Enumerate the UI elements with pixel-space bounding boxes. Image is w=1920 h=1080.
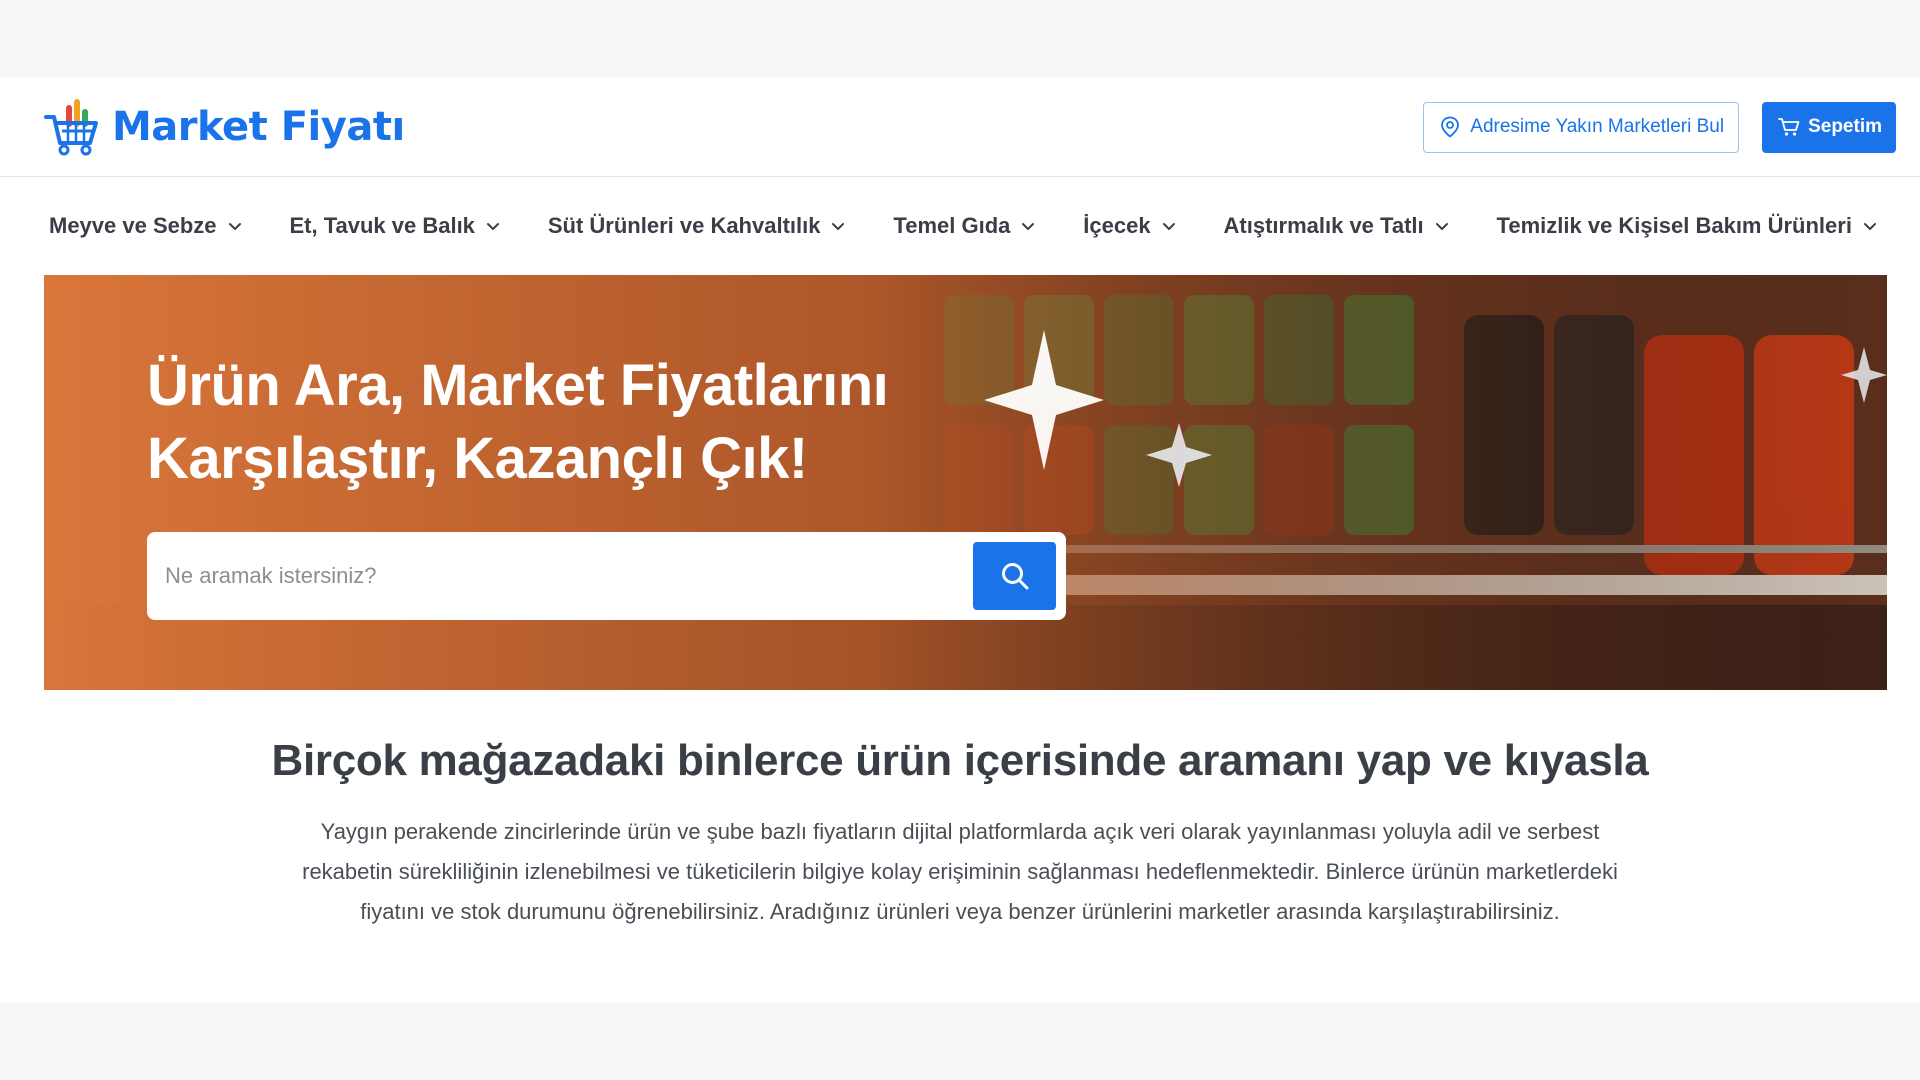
chevron-down-icon	[1863, 223, 1876, 230]
info-title: Birçok mağazadaki binlerce ürün içerisin…	[271, 736, 1649, 785]
chevron-down-icon	[832, 223, 845, 230]
info-section: Birçok mağazadaki binlerce ürün içerisin…	[0, 690, 1920, 932]
nav-item-dairy-breakfast[interactable]: Süt Ürünleri ve Kahvaltılık	[548, 213, 847, 239]
nav-item-label: Et, Tavuk ve Balık	[289, 213, 475, 238]
nav-item-snacks-sweets[interactable]: Atıştırmalık ve Tatlı	[1224, 213, 1450, 239]
cart-button[interactable]: Sepetim	[1762, 101, 1896, 153]
chevron-down-icon	[1435, 223, 1448, 230]
nav-item-beverages[interactable]: İçecek	[1083, 213, 1176, 239]
hero-banner: Ürün Ara, Market Fiyatlarını Karşılaştır…	[44, 275, 1887, 690]
nav-item-label: Temel Gıda	[893, 213, 1011, 238]
nav-item-staple-food[interactable]: Temel Gıda	[893, 213, 1036, 239]
chevron-down-icon	[1162, 223, 1175, 230]
logo-text: Market Fiyatı	[112, 104, 405, 150]
search-button[interactable]	[973, 542, 1056, 610]
page: Market Fiyatı Adresime Yakın Marketleri …	[0, 78, 1920, 1002]
chevron-down-icon	[486, 223, 499, 230]
chevron-down-icon	[1022, 223, 1035, 230]
find-nearby-markets-label: Adresime Yakın Marketleri Bul	[1470, 116, 1725, 137]
map-pin-icon	[1441, 116, 1460, 138]
info-text: Yaygın perakende zincirlerinde ürün ve ş…	[302, 819, 1618, 924]
nav-item-label: Süt Ürünleri ve Kahvaltılık	[547, 213, 821, 238]
nav-item-label: Atıştırmalık ve Tatlı	[1223, 213, 1424, 238]
category-nav: Meyve ve Sebze Et, Tavuk ve Balık Süt Ür…	[0, 177, 1920, 275]
search-icon	[1001, 563, 1028, 590]
logo-link[interactable]: Market Fiyatı	[44, 97, 405, 157]
nav-item-fruits-vegetables[interactable]: Meyve ve Sebze	[49, 213, 243, 239]
hero-title: Ürün Ara, Market Fiyatlarını Karşılaştır…	[147, 349, 967, 495]
find-nearby-markets-button[interactable]: Adresime Yakın Marketleri Bul	[1423, 101, 1740, 153]
nav-item-label: Meyve ve Sebze	[49, 213, 217, 238]
cart-icon	[1778, 118, 1800, 136]
nav-item-label: Temizlik ve Kişisel Bakım Ürünleri	[1496, 213, 1852, 238]
nav-item-label: İçecek	[1083, 213, 1151, 238]
nav-item-cleaning-personal-care[interactable]: Temizlik ve Kişisel Bakım Ürünleri	[1497, 213, 1878, 239]
header-actions: Adresime Yakın Marketleri Bul Sepetim	[1423, 101, 1896, 153]
chevron-down-icon	[228, 223, 241, 230]
product-search-input[interactable]	[165, 563, 973, 589]
shopping-cart-logo-icon	[44, 99, 98, 156]
hero-title-line-1: Ürün Ara, Market Fiyatlarını	[147, 353, 889, 418]
nav-item-meat-chicken-fish[interactable]: Et, Tavuk ve Balık	[289, 213, 500, 239]
site-header: Market Fiyatı Adresime Yakın Marketleri …	[0, 78, 1920, 177]
hero-title-line-2: Karşılaştır, Kazançlı Çık!	[147, 426, 808, 491]
cart-label: Sepetim	[1808, 116, 1882, 137]
product-search-box	[147, 532, 1066, 620]
